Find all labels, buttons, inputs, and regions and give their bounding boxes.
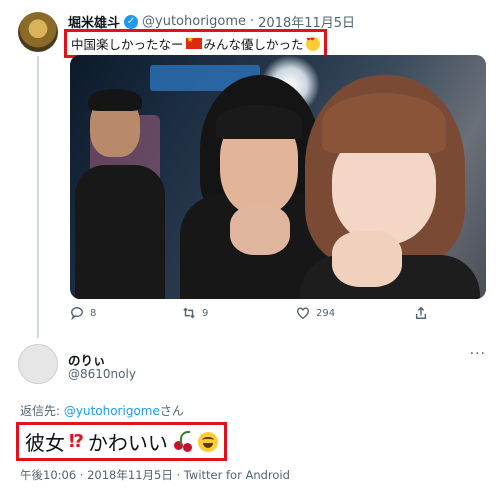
tweet-text-part1: 中国楽しかったなー [71,37,184,52]
header-separator: · [250,14,255,29]
retweet-icon [183,307,195,319]
author-avatar[interactable] [18,12,58,52]
reply-author-avatar[interactable] [18,344,58,384]
photo-person-right-hand [332,231,402,287]
cherry-emoji-icon [172,430,194,453]
heart-eyes-emoji-icon [305,36,320,51]
reply-text-part1: 彼女 [25,431,65,455]
photo-person-left-hair [88,89,142,111]
reply-to-user-link[interactable]: @yutohorigome [64,404,160,418]
share-icon [415,306,427,319]
reply-to-prefix: 返信先: [20,404,64,418]
reply-timestamp[interactable]: 午後10:06 · 2018年11月5日 · Twitter for Andro… [20,467,290,483]
reply-count: 8 [90,307,97,319]
more-options-icon[interactable]: ··· [470,346,486,362]
reply-to-suffix: さん [159,404,184,418]
author-handle[interactable]: @yutohorigome [142,14,246,29]
reply-text-part2: かわいい [87,431,168,455]
tweet-actions: 8 9 294 [70,306,486,326]
like-count: 294 [316,307,336,319]
photo-person-right-bangs [322,93,446,153]
exclamation-question-icon: ⁉ [69,431,84,452]
tweet-photo[interactable] [70,55,486,299]
reply-action[interactable]: 8 [70,306,96,320]
photo-person-center-hand [230,205,290,255]
china-flag-icon [185,35,202,49]
photo-person-left-body [75,165,165,299]
reply-author-handle[interactable]: @8610noly [68,367,136,381]
retweet-count: 9 [202,307,209,319]
verified-badge-icon: ✓ [124,14,139,29]
tweet-text: 中国楽しかったなー みんな優しかった [64,29,327,58]
reply-to-line: 返信先: @yutohorigomeさん [20,402,184,419]
reply-text: 彼女 ⁉ かわいい [16,422,227,461]
heart-icon [297,307,309,320]
like-action[interactable]: 294 [296,306,335,320]
share-action[interactable] [414,306,428,320]
grinning-squinting-emoji-icon [197,431,218,452]
photo-person-center-hair [216,105,302,139]
retweet-action[interactable]: 9 [182,306,208,320]
reply-icon [71,307,83,320]
thread-line [37,56,39,338]
tweet-text-part2: みんな優しかった [203,37,304,52]
